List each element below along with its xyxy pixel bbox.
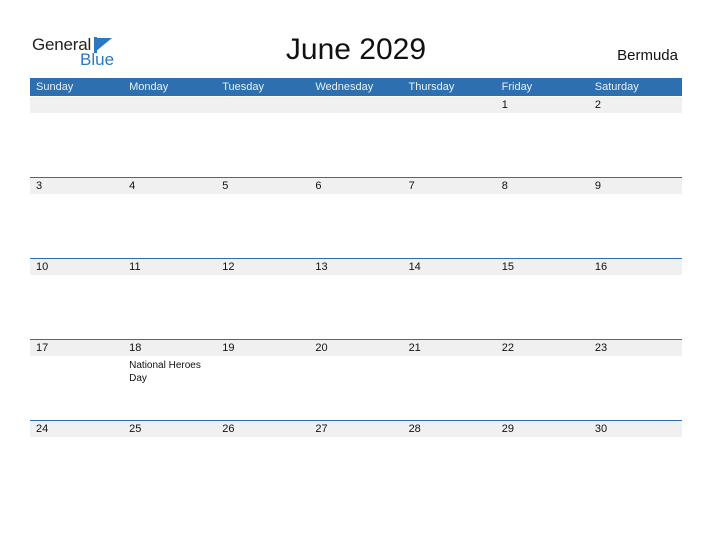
day-number: 14 bbox=[408, 261, 421, 273]
day-number: 20 bbox=[315, 342, 328, 354]
day-number: 7 bbox=[408, 180, 415, 192]
day-number: 15 bbox=[501, 261, 514, 273]
day-cell: 27 bbox=[309, 421, 402, 502]
day-number: 13 bbox=[315, 261, 328, 273]
day-number: 8 bbox=[501, 180, 508, 192]
day-cell: 2 bbox=[589, 97, 682, 178]
weekday-sunday: Sunday bbox=[36, 81, 74, 93]
day-number: 22 bbox=[501, 342, 514, 354]
day-cell: 5 bbox=[216, 178, 309, 259]
day-cell: 1 bbox=[496, 97, 589, 178]
day-cell: 3 bbox=[30, 178, 123, 259]
day-number: 24 bbox=[36, 423, 49, 435]
weekday-tuesday: Tuesday bbox=[222, 81, 265, 93]
day-cell: 30 bbox=[589, 421, 682, 502]
day-cell bbox=[216, 97, 309, 178]
day-number: 26 bbox=[222, 423, 235, 435]
day-cell: 14 bbox=[403, 259, 496, 340]
week-row: 12 bbox=[30, 97, 682, 178]
day-number: 1 bbox=[501, 99, 508, 111]
day-cell: 25 bbox=[123, 421, 216, 502]
day-cell: 28 bbox=[403, 421, 496, 502]
day-cell: 10 bbox=[30, 259, 123, 340]
day-cell: 6 bbox=[309, 178, 402, 259]
day-cell: 9 bbox=[589, 178, 682, 259]
day-cell: 12 bbox=[216, 259, 309, 340]
day-number: 3 bbox=[36, 180, 43, 192]
weekday-friday: Friday bbox=[501, 81, 533, 93]
day-cell: 17 bbox=[30, 340, 123, 421]
day-number: 5 bbox=[222, 180, 229, 192]
day-cell: 7 bbox=[403, 178, 496, 259]
day-number: 21 bbox=[408, 342, 421, 354]
weekday-thursday: Thursday bbox=[408, 81, 455, 93]
day-number: 19 bbox=[222, 342, 235, 354]
day-cell: 16 bbox=[589, 259, 682, 340]
day-cell: 26 bbox=[216, 421, 309, 502]
week-row: 24 25 26 27 28 29 30 bbox=[30, 420, 682, 502]
day-number: 25 bbox=[129, 423, 142, 435]
day-number: 30 bbox=[594, 423, 608, 435]
week-row: 17 18 National Heroes Day 19 20 21 22 23 bbox=[30, 339, 682, 421]
day-cell: 20 bbox=[309, 340, 402, 421]
day-number: 17 bbox=[36, 342, 49, 354]
day-cell: 11 bbox=[123, 259, 216, 340]
day-cell: 4 bbox=[123, 178, 216, 259]
day-cell bbox=[403, 97, 496, 178]
week-row: 10 11 12 13 14 15 16 bbox=[30, 258, 682, 340]
day-cell: 22 bbox=[496, 340, 589, 421]
day-cell: 8 bbox=[496, 178, 589, 259]
day-cell: 15 bbox=[496, 259, 589, 340]
day-cell: 23 bbox=[589, 340, 682, 421]
day-number: 10 bbox=[36, 261, 49, 273]
day-cell bbox=[123, 97, 216, 178]
day-cell: 29 bbox=[496, 421, 589, 502]
day-number: 6 bbox=[315, 180, 322, 192]
calendar-title: June 2029 bbox=[285, 33, 427, 66]
weekday-header: Sunday Monday Tuesday Wednesday Thursday… bbox=[30, 78, 682, 96]
day-cell: 19 bbox=[216, 340, 309, 421]
day-number: 18 bbox=[129, 342, 142, 354]
day-number: 11 bbox=[129, 261, 141, 273]
weekday-wednesday: Wednesday bbox=[315, 81, 374, 93]
country-label: Bermuda bbox=[617, 47, 678, 64]
day-cell: 18 National Heroes Day bbox=[123, 340, 216, 421]
day-cell: 24 bbox=[30, 421, 123, 502]
week-row: 3 4 5 6 7 8 9 bbox=[30, 177, 682, 259]
weekday-saturday: Saturday bbox=[594, 81, 639, 93]
day-number: 12 bbox=[222, 261, 235, 273]
day-number: 2 bbox=[594, 99, 601, 111]
day-number: 27 bbox=[315, 423, 328, 435]
day-cell bbox=[309, 97, 402, 178]
day-cell: 13 bbox=[309, 259, 402, 340]
day-cell bbox=[30, 97, 123, 178]
day-number: 23 bbox=[594, 342, 608, 354]
day-number: 16 bbox=[594, 261, 608, 273]
weekday-monday: Monday bbox=[129, 81, 169, 93]
day-cell: 21 bbox=[403, 340, 496, 421]
holiday-event: National Heroes Day bbox=[129, 360, 201, 384]
day-number: 28 bbox=[408, 423, 421, 435]
day-number: 9 bbox=[594, 180, 601, 192]
day-number: 29 bbox=[501, 423, 514, 435]
day-number: 4 bbox=[129, 180, 136, 192]
